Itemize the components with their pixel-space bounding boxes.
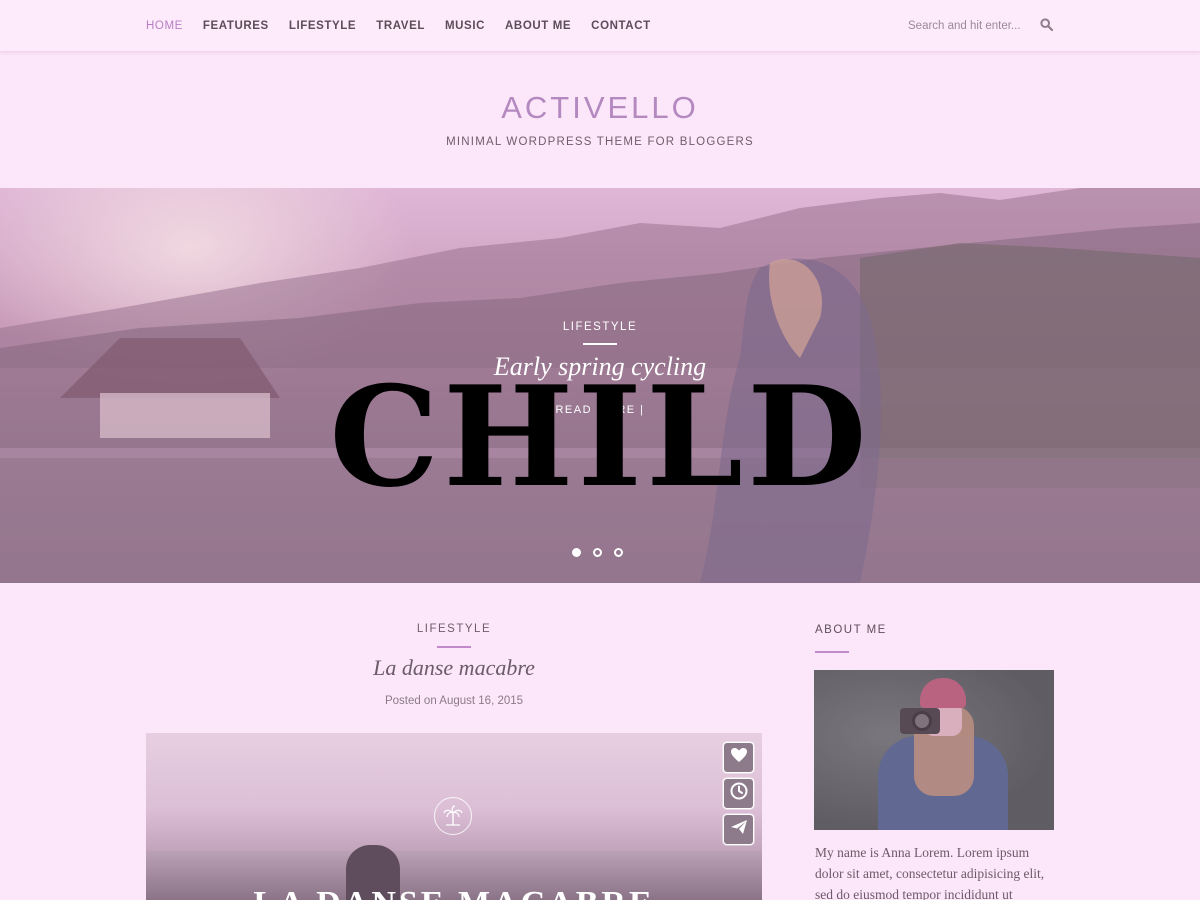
nav-item-features[interactable]: FEATURES — [203, 20, 269, 32]
sidebar-heading-divider — [815, 651, 849, 653]
top-navigation: HOME FEATURES LIFESTYLE TRAVEL MUSIC ABO… — [0, 0, 1200, 52]
search-icon[interactable] — [1040, 18, 1054, 32]
read-later-button[interactable] — [723, 778, 754, 809]
child-theme-stamp: CHILD — [329, 355, 871, 518]
nav-item-lifestyle[interactable]: LIFESTYLE — [289, 20, 356, 32]
slider-dot-1[interactable] — [572, 548, 581, 557]
search-input[interactable] — [908, 20, 1034, 32]
about-me-photo — [814, 670, 1054, 830]
post-actions — [723, 742, 754, 845]
hero-category[interactable]: LIFESTYLE — [0, 321, 1200, 333]
post-date: Posted on August 16, 2015 — [384, 695, 524, 707]
hero-category-divider — [583, 343, 617, 345]
nav-item-home[interactable]: HOME — [146, 20, 183, 32]
site-tagline: MINIMAL WORDPRESS THEME FOR BLOGGERS — [446, 136, 754, 148]
like-button[interactable] — [723, 742, 754, 773]
nav-item-music[interactable]: MUSIC — [445, 20, 485, 32]
slider-dot-2[interactable] — [593, 548, 602, 557]
slider-dot-3[interactable] — [614, 548, 623, 557]
nav-item-travel[interactable]: TRAVEL — [376, 20, 425, 32]
clock-icon — [730, 782, 748, 805]
site-title[interactable]: ACTIVELLO — [0, 90, 1200, 126]
nav-item-contact[interactable]: CONTACT — [591, 20, 651, 32]
sidebar-heading: ABOUT ME — [815, 624, 887, 636]
heart-icon — [730, 747, 748, 768]
paper-plane-icon — [730, 819, 748, 840]
hero-slider[interactable]: LIFESTYLE Early spring cycling READ MORE… — [0, 188, 1200, 583]
post-category[interactable]: LIFESTYLE — [146, 623, 762, 635]
share-button[interactable] — [723, 814, 754, 845]
palm-logo-icon — [434, 797, 472, 835]
nav-item-about-me[interactable]: ABOUT ME — [505, 20, 571, 32]
photo-tint — [814, 670, 1054, 830]
about-me-text: My name is Anna Lorem. Lorem ipsum dolor… — [815, 845, 1045, 900]
slider-pagination — [572, 548, 623, 557]
post-image-caption: LA DANSE MACABRE — [146, 885, 762, 900]
search-box — [908, 16, 1056, 36]
post-title[interactable]: La danse macabre — [146, 655, 762, 681]
site-header: ACTIVELLO MINIMAL WORDPRESS THEME FOR BL… — [0, 90, 1200, 148]
post-featured-image[interactable]: LA DANSE MACABRE — [146, 733, 762, 900]
post-category-divider — [437, 646, 471, 648]
main-menu: HOME FEATURES LIFESTYLE TRAVEL MUSIC ABO… — [146, 0, 671, 52]
